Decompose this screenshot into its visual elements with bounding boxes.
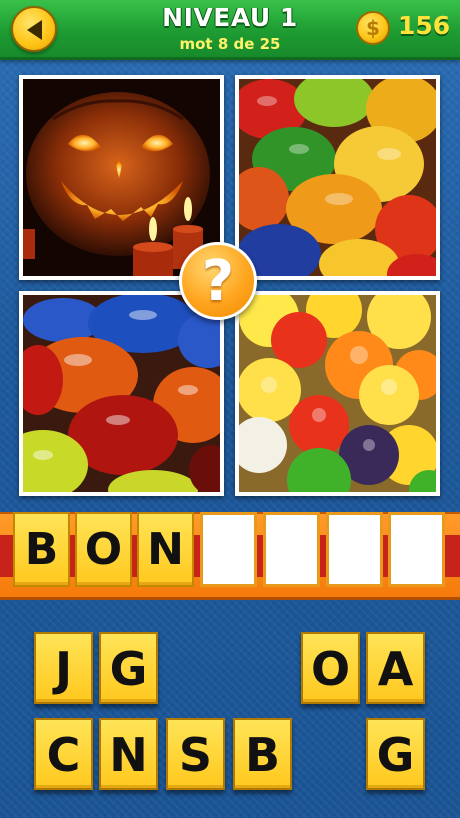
tile-letter: N [109,728,148,782]
tile-letter: A [377,642,414,696]
letter-tile[interactable]: J [34,632,93,704]
answer-slot-1[interactable]: B [13,512,70,587]
letter-tile[interactable]: S [166,718,225,790]
letter-tile[interactable]: A [366,632,425,704]
picture-jelly-beans[interactable] [19,291,224,496]
picture-gumdrops[interactable] [235,291,440,496]
tile-letter: G [376,728,415,782]
letter-tile[interactable]: B [233,718,292,790]
answer-slot-2[interactable]: O [75,512,132,587]
answer-slot-5[interactable] [263,512,320,587]
tile-letter: C [46,728,81,782]
coin-icon[interactable]: $ [356,11,390,45]
letter-tile[interactable]: C [34,718,93,790]
word-progress: mot 8 de 25 [179,35,281,53]
letter-tile[interactable]: G [99,632,158,704]
level-title: NIVEAU 1 [162,3,298,32]
tile-letter: J [54,642,73,696]
answer-slot-4[interactable] [200,512,257,587]
coin-count: 156 [398,11,451,40]
answer-letter: O [84,524,123,575]
tile-letter: G [109,642,148,696]
letter-tile[interactable]: N [99,718,158,790]
letter-tile[interactable]: G [366,718,425,790]
letter-tile[interactable]: O [301,632,360,704]
tile-letter: O [310,642,351,696]
top-bar: NIVEAU 1 mot 8 de 25 $ 156 [0,0,460,60]
picture-gummy-bears[interactable] [235,75,440,280]
question-mark-icon: ? [201,249,235,314]
answer-slot-3[interactable]: N [137,512,194,587]
hint-button[interactable]: ? [179,242,257,320]
tile-letter: S [178,728,213,782]
tile-letter: B [244,728,281,782]
answer-slot-6[interactable] [326,512,383,587]
answer-letter: B [24,524,59,575]
answer-slot-7[interactable] [388,512,445,587]
answer-letter: N [147,524,184,575]
